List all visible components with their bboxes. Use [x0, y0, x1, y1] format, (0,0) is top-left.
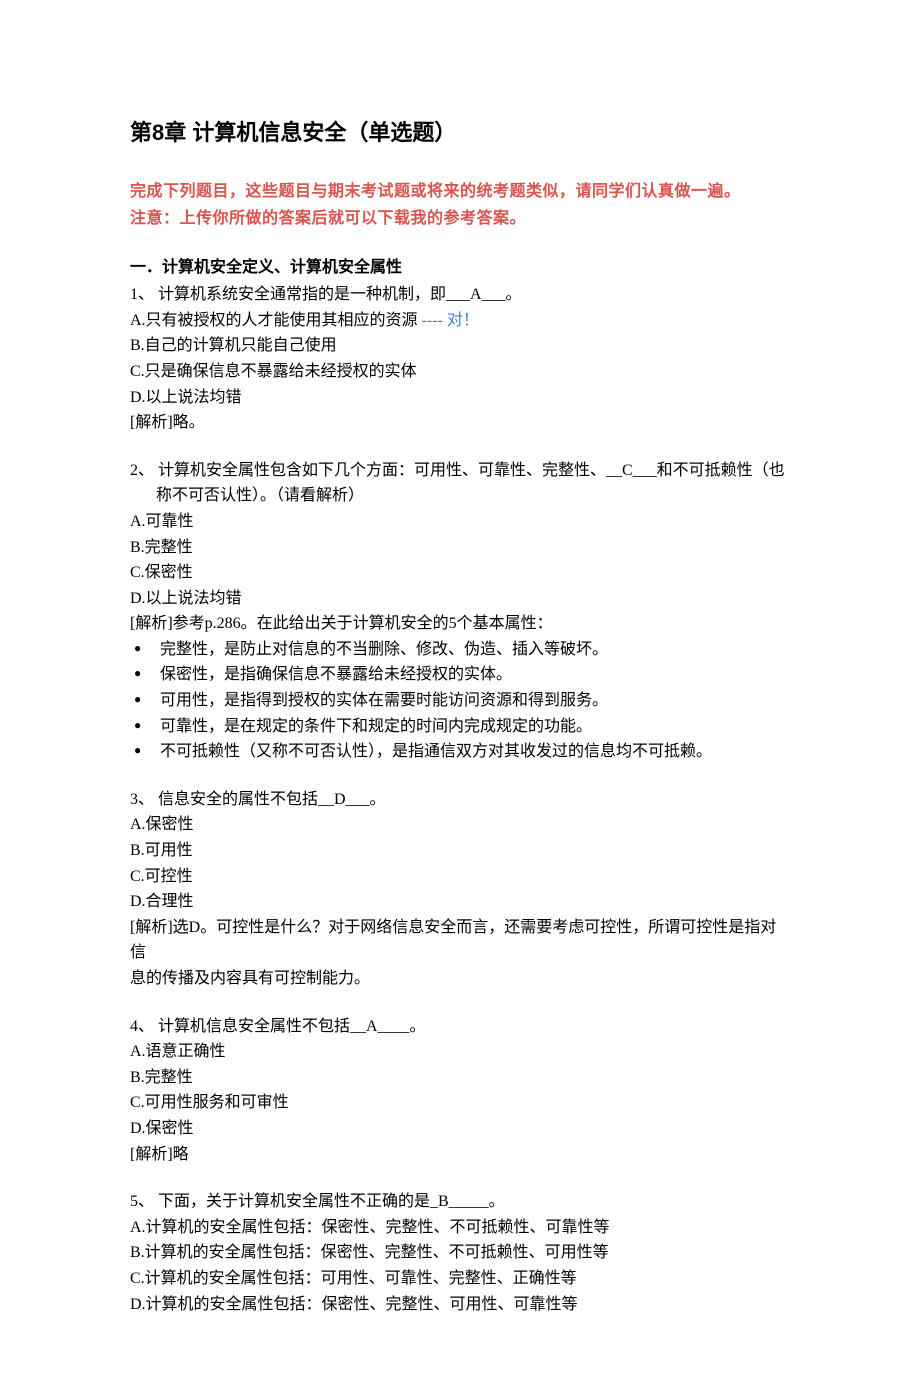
q2-bullet-5: 不可抵赖性（又称不可否认性），是指通信双方对其收发过的信息均不可抵赖。	[130, 739, 790, 765]
chapter-title: 第8章 计算机信息安全（单选题）	[130, 115, 790, 150]
notice-line-1: 完成下列题目，这些题目与期末考试题或将来的统考题类似，请同学们认真做一遍。	[130, 178, 790, 205]
q4-option-d: D.保密性	[130, 1116, 790, 1142]
q1-stem: 1、 计算机系统安全通常指的是一种机制，即___A___。	[130, 282, 790, 308]
q2-bullet-1: 完整性，是防止对信息的不当删除、修改、伪造、插入等破坏。	[130, 637, 790, 663]
q1-option-a: A.只有被授权的人才能使用其相应的资源 ---- 对！	[130, 308, 790, 334]
q1-option-a-text: A.只有被授权的人才能使用其相应的资源	[130, 312, 418, 329]
q1-option-c: C.只是确保信息不暴露给未经授权的实体	[130, 359, 790, 385]
q2-option-b: B.完整性	[130, 535, 790, 561]
q2-bullet-2: 保密性，是指确保信息不暴露给未经授权的实体。	[130, 662, 790, 688]
q4-option-a: A.语意正确性	[130, 1039, 790, 1065]
q4-option-b: B.完整性	[130, 1065, 790, 1091]
q2-bullet-4: 可靠性，是在规定的条件下和规定的时间内完成规定的功能。	[130, 714, 790, 740]
q4-stem: 4、 计算机信息安全属性不包括__A____。	[130, 1014, 790, 1040]
q2-bullet-3: 可用性，是指得到授权的实体在需要时能访问资源和得到服务。	[130, 688, 790, 714]
q2-analysis-intro: [解析]参考p.286。在此给出关于计算机安全的5个基本属性：	[130, 611, 790, 637]
q2-bullet-list: 完整性，是防止对信息的不当删除、修改、伪造、插入等破坏。 保密性，是指确保信息不…	[130, 637, 790, 765]
q5-stem: 5、 下面，关于计算机安全属性不正确的是_B_____。	[130, 1189, 790, 1215]
question-4: 4、 计算机信息安全属性不包括__A____。 A.语意正确性 B.完整性 C.…	[130, 1014, 790, 1168]
question-3: 3、 信息安全的属性不包括__D___。 A.保密性 B.可用性 C.可控性 D…	[130, 787, 790, 992]
q3-stem: 3、 信息安全的属性不包括__D___。	[130, 787, 790, 813]
q2-option-d: D.以上说法均错	[130, 586, 790, 612]
q5-option-a: A.计算机的安全属性包括：保密性、完整性、不可抵赖性、可靠性等	[130, 1215, 790, 1241]
notice-line-2: 注意：上传你所做的答案后就可以下载我的参考答案。	[130, 205, 790, 232]
q5-option-b: B.计算机的安全属性包括：保密性、完整性、不可抵赖性、可用性等	[130, 1240, 790, 1266]
q3-option-c: C.可控性	[130, 864, 790, 890]
q4-analysis: [解析]略	[130, 1142, 790, 1168]
q5-option-c: C.计算机的安全属性包括：可用性、可靠性、完整性、正确性等	[130, 1266, 790, 1292]
q4-option-c: C.可用性服务和可审性	[130, 1090, 790, 1116]
q2-option-c: C.保密性	[130, 560, 790, 586]
q3-option-a: A.保密性	[130, 812, 790, 838]
question-1: 1、 计算机系统安全通常指的是一种机制，即___A___。 A.只有被授权的人才…	[130, 282, 790, 436]
question-2: 2、 计算机安全属性包含如下几个方面：可用性、可靠性、完整性、__C___和不可…	[130, 458, 790, 765]
notice-block: 完成下列题目，这些题目与期末考试题或将来的统考题类似，请同学们认真做一遍。 注意…	[130, 178, 790, 232]
question-5: 5、 下面，关于计算机安全属性不正确的是_B_____。 A.计算机的安全属性包…	[130, 1189, 790, 1317]
q2-stem-line1: 2、 计算机安全属性包含如下几个方面：可用性、可靠性、完整性、__C___和不可…	[130, 458, 790, 484]
q3-analysis-line1: [解析]选D。可控性是什么？对于网络信息安全而言，还需要考虑可控性，所谓可控性是…	[130, 915, 790, 966]
q1-option-d: D.以上说法均错	[130, 385, 790, 411]
section-header: 一．计算机安全定义、计算机安全属性	[130, 255, 790, 281]
q1-correct-mark: ---- 对！	[418, 312, 479, 329]
q1-analysis: [解析]略。	[130, 410, 790, 436]
q3-option-d: D.合理性	[130, 889, 790, 915]
q3-analysis-line2: 息的传播及内容具有可控制能力。	[130, 966, 790, 992]
q5-option-d: D.计算机的安全属性包括：保密性、完整性、可用性、可靠性等	[130, 1292, 790, 1318]
q1-option-b: B.自己的计算机只能自己使用	[130, 333, 790, 359]
q2-stem-line2: 称不可否认性）。（请看解析）	[130, 483, 790, 509]
q2-option-a: A.可靠性	[130, 509, 790, 535]
q3-option-b: B.可用性	[130, 838, 790, 864]
